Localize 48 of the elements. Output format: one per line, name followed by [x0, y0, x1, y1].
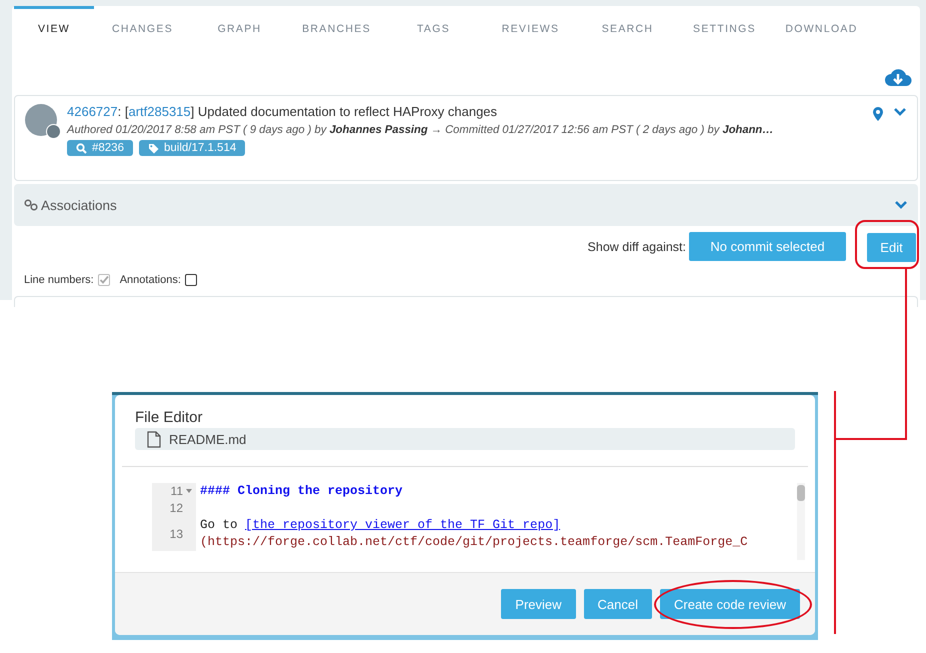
highlight-ring	[855, 220, 919, 269]
tab[interactable]: CHANGES	[94, 6, 191, 49]
tab[interactable]: BRANCHES	[288, 6, 385, 49]
scrollbar[interactable]	[797, 483, 805, 560]
option-label: Annotations:	[120, 274, 181, 286]
commit-meta: Authored 01/20/2017 8:58 am PST ( 9 days ago ) by Johannes Passing → Committed 01/27/2017 12:56 am PST ( 2 days ago ) by Johann…	[67, 124, 774, 136]
tab[interactable]: GRAPH	[191, 6, 288, 49]
code-text: (https://forge.collab.net/ctf/code/git/projects.teamforge/scm.TeamForge_C	[200, 534, 749, 551]
line-number: 12	[170, 500, 183, 517]
associations-label: Associations	[41, 198, 117, 212]
map-pin-icon[interactable]	[873, 107, 883, 121]
tag-badge[interactable]: #8236	[67, 140, 133, 156]
file-icon	[147, 430, 161, 448]
tab[interactable]: SETTINGS	[676, 6, 773, 49]
code-text: #### Cloning the repository	[200, 484, 403, 498]
tab[interactable]: DOWNLOAD	[773, 6, 870, 49]
file-name: README.md	[169, 432, 246, 446]
code-link[interactable]: [the repository viewer of the TF Git repo]	[245, 518, 560, 532]
code-editor[interactable]: 11 #### Cloning the repository 12 13 Go to [the repository viewer of the TF Git repo] (https://forge.collab.net/ctf/code/git/projects.teamforge/scm.TeamForge_C	[152, 483, 791, 560]
link-icon	[24, 199, 38, 211]
dialog-title: File Editor	[134, 408, 204, 426]
chevron-down-icon[interactable]	[894, 200, 908, 210]
commit-link[interactable]: 4266727	[67, 104, 118, 119]
line-number: 11	[170, 483, 183, 500]
checkbox[interactable]	[184, 274, 197, 286]
diff-label: Show diff against:	[588, 240, 686, 254]
commit-select-button[interactable]: No commit selected	[689, 232, 846, 261]
search-icon	[76, 142, 87, 154]
dialog-button[interactable]: Preview	[501, 589, 576, 619]
tab[interactable]: SEARCH	[579, 6, 676, 49]
option-label: Line numbers:	[24, 274, 94, 286]
fold-icon[interactable]	[186, 489, 192, 494]
chevron-down-icon[interactable]	[893, 107, 907, 117]
line-number: 13	[170, 526, 183, 542]
commit-title: ] Updated documentation to reflect HAProxy changes	[190, 104, 498, 119]
tab[interactable]: TAGS	[385, 6, 482, 49]
cloud-download-icon[interactable]	[884, 67, 912, 89]
code-text: Go to	[200, 518, 239, 532]
tab[interactable]: VIEW	[14, 6, 94, 49]
dialog-button[interactable]: Create code review	[660, 589, 800, 619]
tag-icon	[148, 142, 159, 154]
dialog-button[interactable]: Cancel	[584, 589, 652, 619]
artifact-link[interactable]: artf285315	[128, 104, 191, 119]
edit-button[interactable]: Edit	[867, 233, 916, 262]
tag-badge[interactable]: build/17.1.514	[138, 140, 246, 156]
separator: : [	[118, 104, 128, 119]
associations-bar[interactable]: Associations	[14, 184, 918, 226]
tab[interactable]: REVIEWS	[482, 6, 579, 49]
